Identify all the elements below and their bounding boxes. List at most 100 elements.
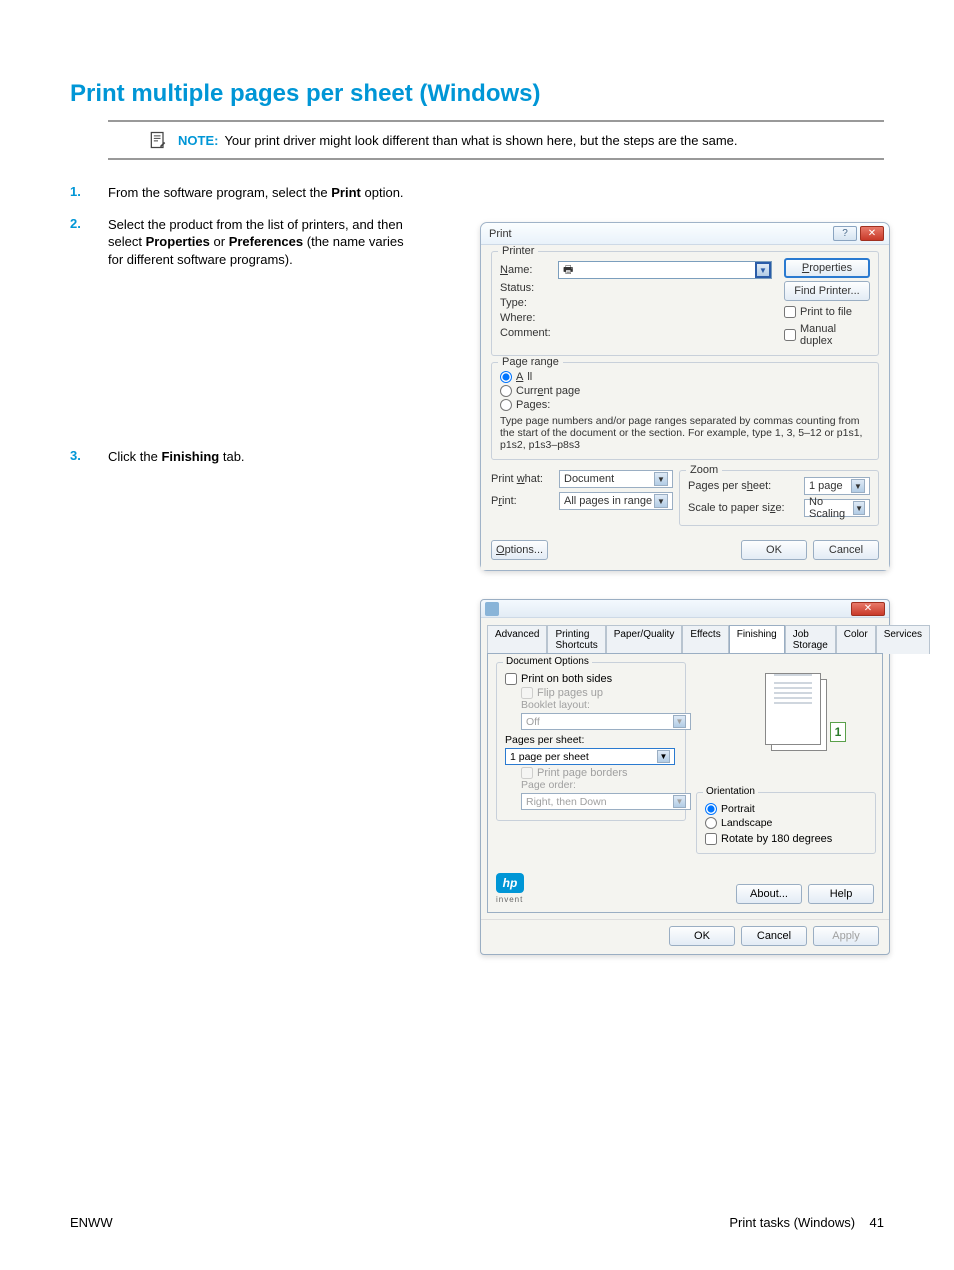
footer-right: Print tasks (Windows) 41 — [729, 1215, 884, 1230]
page-footer: ENWW Print tasks (Windows) 41 — [70, 1215, 884, 1230]
print-what-select[interactable]: Document▼ — [559, 470, 673, 488]
chevron-down-icon: ▼ — [657, 750, 670, 763]
ok-button[interactable]: OK — [741, 540, 807, 560]
print-what-label: Print what: — [491, 473, 555, 485]
chevron-down-icon: ▼ — [654, 494, 668, 508]
step-text: Select the product from the list of prin… — [108, 216, 418, 269]
close-button[interactable]: ✕ — [851, 602, 885, 616]
footer-left: ENWW — [70, 1215, 113, 1230]
all-radio[interactable]: All — [500, 371, 870, 383]
chevron-down-icon: ▼ — [755, 262, 771, 278]
current-radio[interactable]: Current page — [500, 385, 870, 397]
zoom-group: Zoom Pages per sheet: 1 page▼ Scale to p… — [679, 470, 879, 526]
tab-color[interactable]: Color — [836, 625, 876, 654]
dialog-title: Print — [489, 228, 512, 240]
about-button[interactable]: About... — [736, 884, 802, 904]
step-num: 1. — [70, 184, 90, 199]
page-title: Print multiple pages per sheet (Windows) — [70, 80, 884, 108]
range-legend: Page range — [498, 356, 563, 368]
pages-radio[interactable]: Pages: — [500, 399, 870, 411]
t: Preferences — [229, 234, 303, 249]
booklet-select: Off▼ — [521, 713, 691, 730]
hp-logo-block: hp invent — [496, 873, 524, 904]
tabs: Advanced Printing Shortcuts Paper/Qualit… — [481, 618, 889, 653]
pages-per-sheet-select[interactable]: 1 page ▼ — [804, 477, 870, 495]
help-button[interactable]: ? — [833, 226, 857, 241]
invent-text: invent — [496, 895, 523, 904]
t: Print — [331, 185, 361, 200]
step-text: From the software program, select the Pr… — [108, 184, 404, 202]
tab-job[interactable]: Job Storage — [785, 625, 836, 654]
lbl: Landscape — [721, 817, 772, 829]
t: Click the — [108, 449, 161, 464]
preview-page-icon: 1 — [765, 673, 821, 745]
step-text: Click the Finishing tab. — [108, 448, 245, 466]
val: 1 page per sheet — [510, 751, 589, 763]
val: 1 page — [809, 480, 843, 492]
order-label: Page order: — [521, 779, 677, 791]
t: Properties — [146, 234, 210, 249]
tab-finishing[interactable]: Finishing — [729, 625, 785, 654]
footer-section: Print tasks (Windows) — [729, 1215, 855, 1230]
step-num: 3. — [70, 448, 90, 463]
val: Right, then Down — [526, 796, 607, 808]
apply-button[interactable]: Apply — [813, 926, 879, 946]
t: tab. — [219, 449, 244, 464]
tab-advanced[interactable]: Advanced — [487, 625, 547, 654]
properties-button[interactable]: PPropertiesroperties — [784, 258, 870, 278]
val: All pages in range — [564, 495, 652, 507]
page-order-select: Right, then Down ▼ — [521, 793, 691, 810]
chevron-down-icon: ▼ — [851, 479, 865, 493]
titlebar: Print ? ✕ — [481, 223, 889, 245]
options-button[interactable]: Options... — [491, 540, 548, 560]
ok-button[interactable]: OK — [669, 926, 735, 946]
orientation-group: Orientation Portrait Landscape Rotate by… — [696, 792, 876, 854]
pages-per-sheet-select[interactable]: 1 page per sheet ▼ — [505, 748, 675, 765]
print-label: Print: — [491, 495, 555, 507]
tab-shortcuts[interactable]: Printing Shortcuts — [547, 625, 605, 654]
print-to-file-checkbox[interactable]: Print to file — [784, 306, 870, 318]
note-label: NOTE: — [178, 133, 218, 148]
scale-label: Scale to paper size: — [688, 502, 798, 514]
lbl: Print page borders — [537, 767, 628, 779]
cancel-button[interactable]: Cancel — [813, 540, 879, 560]
orient-legend: Orientation — [703, 786, 758, 797]
help-button[interactable]: Help — [808, 884, 874, 904]
printer-icon — [485, 602, 499, 616]
print-select[interactable]: All pages in range▼ — [559, 492, 673, 510]
scale-select[interactable]: No Scaling▼ — [804, 499, 870, 517]
step-num: 2. — [70, 216, 90, 231]
t: option. — [361, 185, 404, 200]
printer-name-select[interactable]: 🖶 ▼ — [558, 261, 772, 279]
step-1: 1. From the software program, select the… — [70, 184, 884, 202]
landscape-radio[interactable]: Landscape — [705, 817, 867, 829]
lbl: Rotate by 180 degrees — [721, 833, 832, 845]
cancel-button[interactable]: Cancel — [741, 926, 807, 946]
status-label: Status: — [500, 282, 552, 294]
hp-logo-icon: hp — [496, 873, 524, 893]
page-range-group: Page range All Current page Pages: Type … — [491, 362, 879, 460]
lbl: Portrait — [721, 803, 755, 815]
both-sides-checkbox[interactable]: Print on both sides — [505, 673, 677, 685]
chevron-down-icon: ▼ — [673, 795, 686, 808]
note-text: Your print driver might look different t… — [224, 133, 737, 148]
printer-legend: Printer — [498, 245, 538, 257]
tab-paper[interactable]: Paper/Quality — [606, 625, 683, 654]
name-label: Name: — [500, 264, 552, 276]
tab-services[interactable]: Services — [876, 625, 930, 654]
t: or — [210, 234, 229, 249]
portrait-radio[interactable]: Portrait — [705, 803, 867, 815]
screenshots-column: Print ? ✕ Printer Name: 🖶 ▼ — [480, 222, 890, 955]
flip-pages-checkbox: Flip pages up — [521, 687, 677, 699]
page-number: 41 — [870, 1215, 884, 1230]
val: Off — [526, 716, 540, 728]
rotate-checkbox[interactable]: Rotate by 180 degrees — [705, 833, 867, 845]
note-icon — [148, 130, 168, 150]
t: Finishing — [161, 449, 219, 464]
booklet-label: Booklet layout: — [521, 699, 677, 711]
find-printer-button[interactable]: Find Printer... — [784, 281, 870, 301]
type-label: Type: — [500, 297, 552, 309]
close-button[interactable]: ✕ — [860, 226, 884, 241]
tab-effects[interactable]: Effects — [682, 625, 728, 654]
manual-duplex-checkbox[interactable]: Manual duplex — [784, 323, 870, 347]
